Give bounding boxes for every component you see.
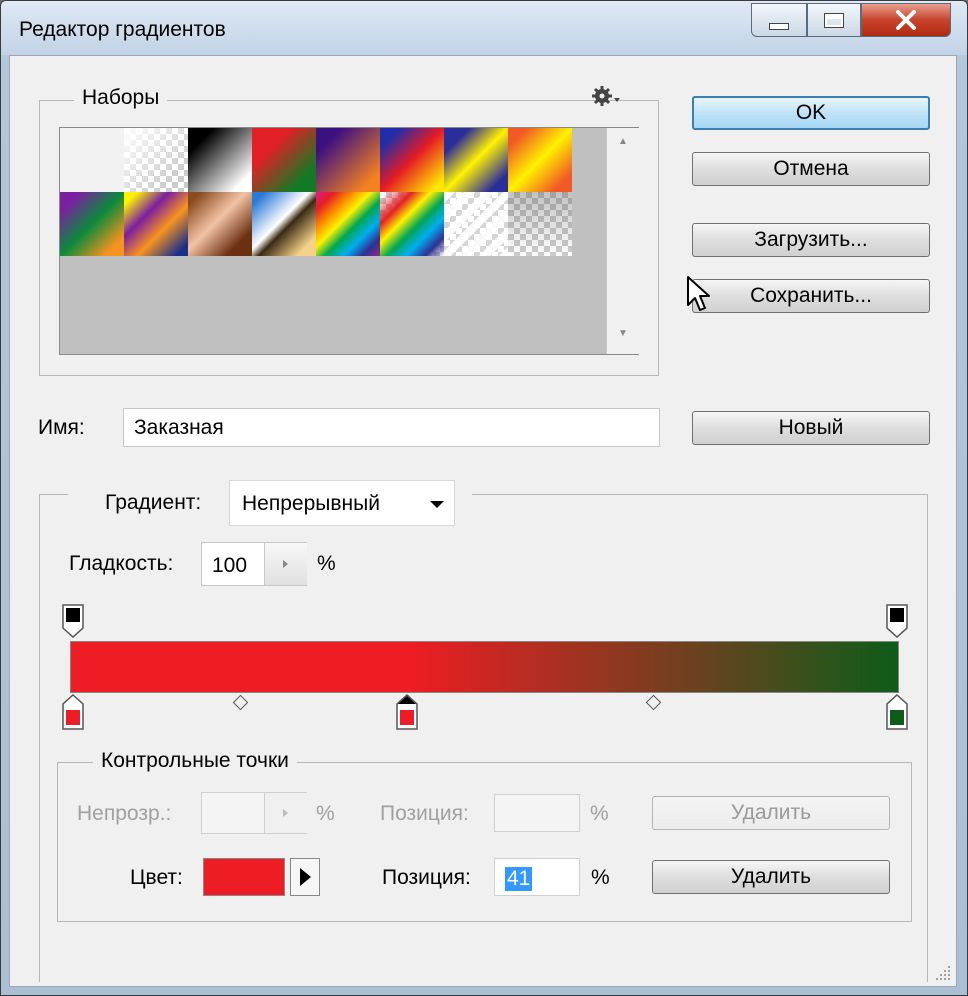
gradient-type-dropdown[interactable]: Непрерывный xyxy=(229,480,455,526)
color-position-label: Позиция: xyxy=(382,866,471,889)
color-label: Цвет: xyxy=(130,866,183,889)
stops-label: Контрольные точки xyxy=(93,749,297,773)
maximize-button[interactable] xyxy=(807,3,861,37)
color-position-unit: % xyxy=(591,866,610,889)
preset-blue-yellow-blue[interactable] xyxy=(444,128,508,192)
window-title: Редактор градиентов xyxy=(19,18,226,41)
save-button[interactable]: Сохранить... xyxy=(692,279,930,313)
title-bar[interactable]: Редактор градиентов xyxy=(1,1,967,55)
name-label: Имя: xyxy=(38,416,85,439)
scroll-up-arrow[interactable]: ▲ xyxy=(607,136,639,147)
preset-chrome[interactable] xyxy=(252,192,316,256)
dialog-body: Наборы ▲ ▼ OK Отмена Загрузить... Сохран… xyxy=(9,55,957,987)
gear-icon xyxy=(592,86,620,106)
preset-red-green[interactable] xyxy=(252,128,316,192)
preset-blue-red-yellow[interactable] xyxy=(380,128,444,192)
ok-button[interactable]: OK xyxy=(692,96,930,130)
smoothness-field[interactable]: 100 xyxy=(201,542,307,586)
preset-spectrum[interactable] xyxy=(316,192,380,256)
chevron-right-icon xyxy=(283,560,288,568)
chevron-down-icon xyxy=(430,501,444,508)
preset-neutral-density[interactable] xyxy=(508,192,572,256)
mouse-cursor-icon xyxy=(687,276,710,311)
preset-fg-bg[interactable] xyxy=(60,128,124,192)
close-button[interactable] xyxy=(861,3,951,37)
chevron-right-icon xyxy=(283,809,288,817)
opacity-field[interactable] xyxy=(201,792,307,834)
preset-fg-transparent[interactable] xyxy=(124,128,188,192)
gradient-type-value: Непрерывный xyxy=(242,492,380,515)
load-button[interactable]: Загрузить... xyxy=(692,223,930,257)
smoothness-unit: % xyxy=(317,552,336,575)
presets-menu-button[interactable] xyxy=(592,86,626,110)
preset-violet-orange[interactable] xyxy=(316,128,380,192)
smoothness-label: Гладкость: xyxy=(69,552,174,575)
resize-grip-icon[interactable] xyxy=(934,964,952,982)
presets-label: Наборы xyxy=(74,86,168,110)
opacity-position-label: Позиция: xyxy=(380,802,469,825)
stops-group xyxy=(57,762,912,922)
preset-black-white[interactable] xyxy=(188,128,252,192)
maximize-icon xyxy=(824,12,844,28)
scroll-down-arrow[interactable]: ▼ xyxy=(607,328,639,339)
gradient-preview-bar[interactable] xyxy=(70,641,899,693)
minimize-icon xyxy=(769,22,789,30)
preset-orange-yellow-orange[interactable] xyxy=(508,128,572,192)
triangle-right-icon xyxy=(300,868,311,886)
opacity-unit: % xyxy=(316,802,335,825)
color-position-value: 41 xyxy=(505,867,533,891)
color-stop-selected[interactable] xyxy=(396,694,418,730)
presets-scrollbar[interactable]: ▲ ▼ xyxy=(606,128,639,354)
opacity-position-unit: % xyxy=(590,802,609,825)
opacity-stop-left[interactable] xyxy=(62,604,84,638)
opacity-stop-right[interactable] xyxy=(886,604,908,638)
color-stop-left[interactable] xyxy=(62,694,84,730)
presets-grid: ▲ ▼ xyxy=(59,127,639,355)
color-menu-button[interactable] xyxy=(290,858,320,896)
gradient-type-label: Градиент: xyxy=(105,491,202,514)
color-stop-right[interactable] xyxy=(886,694,908,730)
preset-transparent-stripes[interactable] xyxy=(444,192,508,256)
opacity-position-field[interactable] xyxy=(494,794,580,832)
preset-transparent-rainbow[interactable] xyxy=(380,192,444,256)
preset-copper[interactable] xyxy=(188,192,252,256)
color-position-field[interactable]: 41 xyxy=(494,858,580,896)
color-delete-button[interactable]: Удалить xyxy=(652,860,890,894)
opacity-label: Непрозр.: xyxy=(77,802,172,825)
preset-yellow-violet-orange-blue[interactable] xyxy=(124,192,188,256)
cancel-button[interactable]: Отмена xyxy=(692,152,930,186)
smoothness-value: 100 xyxy=(212,554,248,577)
minimize-button[interactable] xyxy=(751,3,807,37)
close-icon xyxy=(896,10,916,30)
opacity-delete-button[interactable]: Удалить xyxy=(652,796,890,830)
new-button[interactable]: Новый xyxy=(692,411,930,445)
gradient-editor-window: Редактор градиентов Наборы ▲ ▼ OK Отмена… xyxy=(0,0,968,996)
color-swatch[interactable] xyxy=(203,858,285,896)
preset-violet-green-orange[interactable] xyxy=(60,192,124,256)
name-field[interactable]: Заказная xyxy=(123,408,660,447)
